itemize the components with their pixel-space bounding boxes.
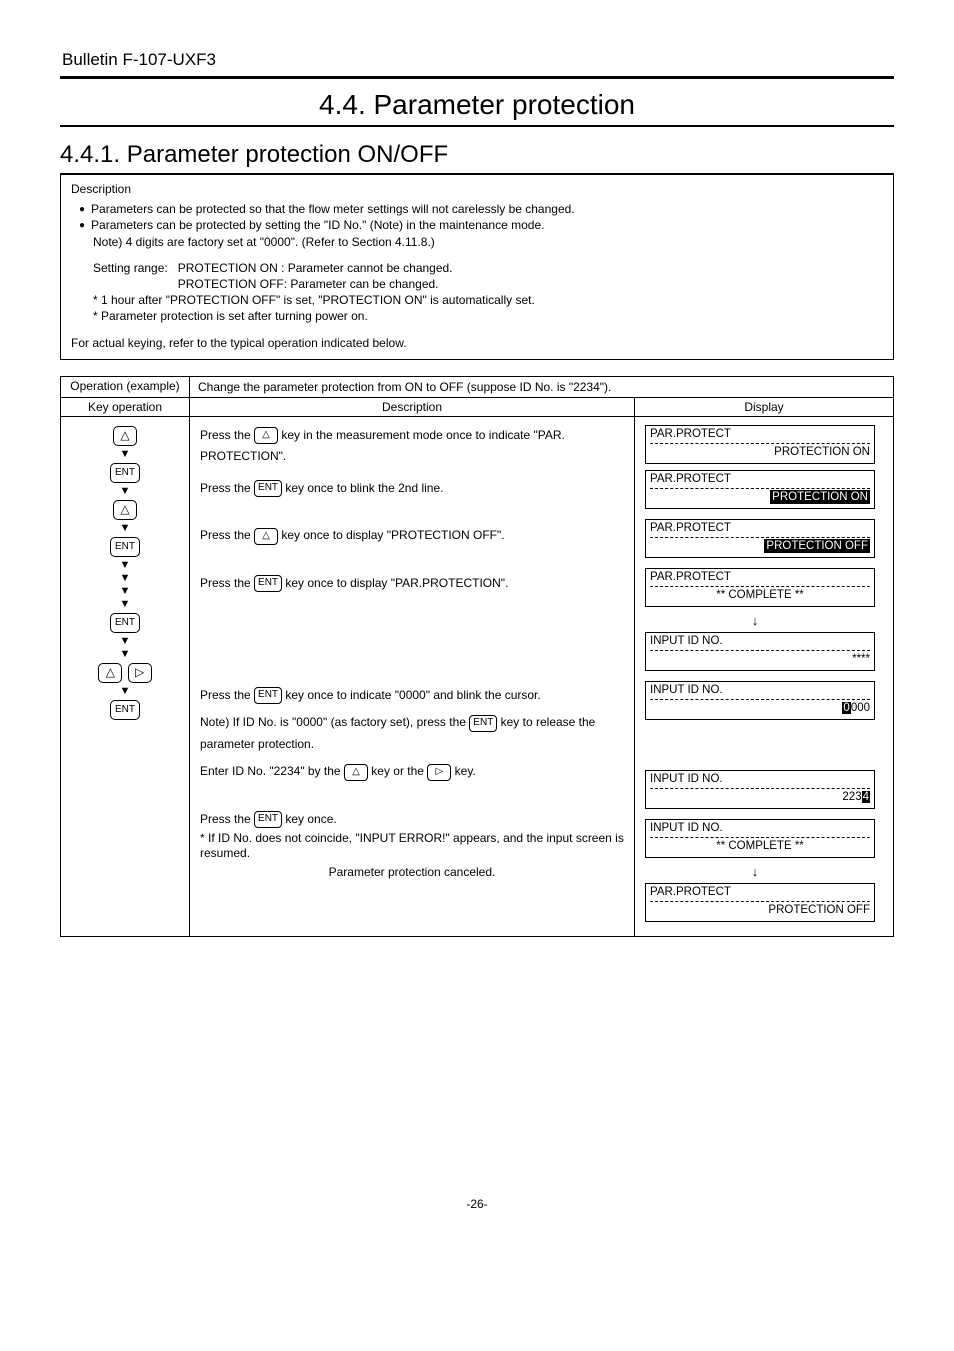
keyop-header: Key operation: [61, 397, 190, 416]
page-number: -26-: [60, 1197, 894, 1211]
setting-label: Setting range:: [93, 261, 168, 275]
lcd-display: PAR.PROTECT PROTECTION OFF: [645, 883, 875, 922]
step2-desc: Press the △ key once to display "PROTECT…: [200, 525, 624, 547]
down-arrow-text: ↓: [645, 864, 865, 879]
ent-key-inline-icon: ENT: [254, 480, 282, 497]
step4-desc: Press the ENT key once to indicate "0000…: [200, 685, 624, 707]
section-title: 4.4. Parameter protection: [60, 89, 894, 121]
setting-on: PROTECTION ON : Parameter cannot be chan…: [178, 261, 453, 275]
lcd-display: INPUT ID NO. ** COMPLETE **: [645, 819, 875, 858]
bulletin-header: Bulletin F-107-UXF3: [62, 50, 894, 70]
step4-note: Note) If ID No. is "0000" (as factory se…: [200, 712, 624, 755]
step1-desc: Press the △ key in the measurement mode …: [200, 425, 624, 468]
ent-key-inline-icon: ENT: [254, 687, 282, 704]
star-note-1: * 1 hour after "PROTECTION OFF" is set, …: [93, 292, 883, 308]
down-arrow-icon: ▼: [61, 573, 189, 584]
right-key-inline-icon: ▷: [427, 764, 451, 781]
desc-note: Note) 4 digits are factory set at "0000"…: [93, 234, 883, 250]
up-key-inline-icon: △: [254, 528, 278, 545]
step6-desc: Press the ENT key once.: [200, 809, 624, 831]
up-key-icon: △: [113, 426, 137, 446]
ent-key-inline-icon: ENT: [254, 575, 282, 592]
desc-bullet-2: Parameters can be protected by setting t…: [79, 217, 883, 233]
description-label: Description: [71, 181, 883, 197]
right-key-icon: ▷: [128, 663, 152, 683]
ent-key-icon: ENT: [110, 537, 140, 557]
down-arrow-icon: ▼: [61, 560, 189, 571]
up-key-inline-icon: △: [344, 764, 368, 781]
down-arrow-text: ↓: [645, 613, 865, 628]
up-key-icon: △: [98, 663, 122, 683]
down-arrow-icon: ▼: [61, 486, 189, 497]
down-arrow-icon: ▼: [61, 599, 189, 610]
lcd-display: PAR.PROTECT PROTECTION ON: [645, 425, 875, 464]
example-text: Change the parameter protection from ON …: [190, 376, 894, 397]
display-column: PAR.PROTECT PROTECTION ON PAR.PROTECT PR…: [635, 416, 894, 936]
procedure-table: Operation (example) Change the parameter…: [60, 376, 894, 937]
setting-off: PROTECTION OFF: Parameter can be changed…: [178, 277, 439, 291]
up-key-icon: △: [113, 500, 137, 520]
disp-header: Display: [635, 397, 894, 416]
op-example-header: Operation (example): [61, 376, 190, 397]
down-arrow-icon: ▼: [61, 636, 189, 647]
desc-bullet-1: Parameters can be protected so that the …: [79, 201, 883, 217]
step1b-desc: Press the ENT key once to blink the 2nd …: [200, 478, 624, 500]
desc-header: Description: [190, 397, 635, 416]
desc-final: For actual keying, refer to the typical …: [71, 335, 883, 351]
down-arrow-icon: ▼: [61, 649, 189, 660]
ent-key-icon: ENT: [110, 463, 140, 483]
desc-column: Press the △ key in the measurement mode …: [190, 416, 635, 936]
rule-mid: [60, 125, 894, 127]
down-arrow-icon: ▼: [61, 686, 189, 697]
step6-error: * If ID No. does not coincide, "INPUT ER…: [200, 831, 624, 862]
lcd-display: INPUT ID NO. ****: [645, 632, 875, 671]
description-box: Description Parameters can be protected …: [60, 174, 894, 360]
step5-desc: Enter ID No. "2234" by the △ key or the …: [200, 761, 624, 783]
down-arrow-icon: ▼: [61, 586, 189, 597]
step6-cancel: Parameter protection canceled.: [200, 862, 624, 884]
up-key-inline-icon: △: [254, 427, 278, 444]
star-note-2: * Parameter protection is set after turn…: [93, 308, 883, 324]
lcd-display: PAR.PROTECT ** COMPLETE **: [645, 568, 875, 607]
rule-top: [60, 76, 894, 79]
subsection-title: 4.4.1. Parameter protection ON/OFF: [60, 141, 894, 169]
down-arrow-icon: ▼: [61, 523, 189, 534]
ent-key-icon: ENT: [110, 613, 140, 633]
key-ops-column: △ ▼ ENT ▼ △ ▼ ENT ▼ ▼ ▼ ▼ ENT ▼ ▼ △ ▷: [61, 416, 190, 936]
ent-key-inline-icon: ENT: [254, 811, 282, 828]
lcd-display: PAR.PROTECT PROTECTION ON: [645, 470, 875, 509]
step3-desc: Press the ENT key once to display "PAR.P…: [200, 573, 624, 595]
ent-key-icon: ENT: [110, 700, 140, 720]
ent-key-inline-icon: ENT: [469, 715, 497, 732]
down-arrow-icon: ▼: [61, 449, 189, 460]
lcd-display: PAR.PROTECT PROTECTION OFF: [645, 519, 875, 558]
lcd-display: INPUT ID NO. 0000: [645, 681, 875, 720]
lcd-display: INPUT ID NO. 2234: [645, 770, 875, 809]
